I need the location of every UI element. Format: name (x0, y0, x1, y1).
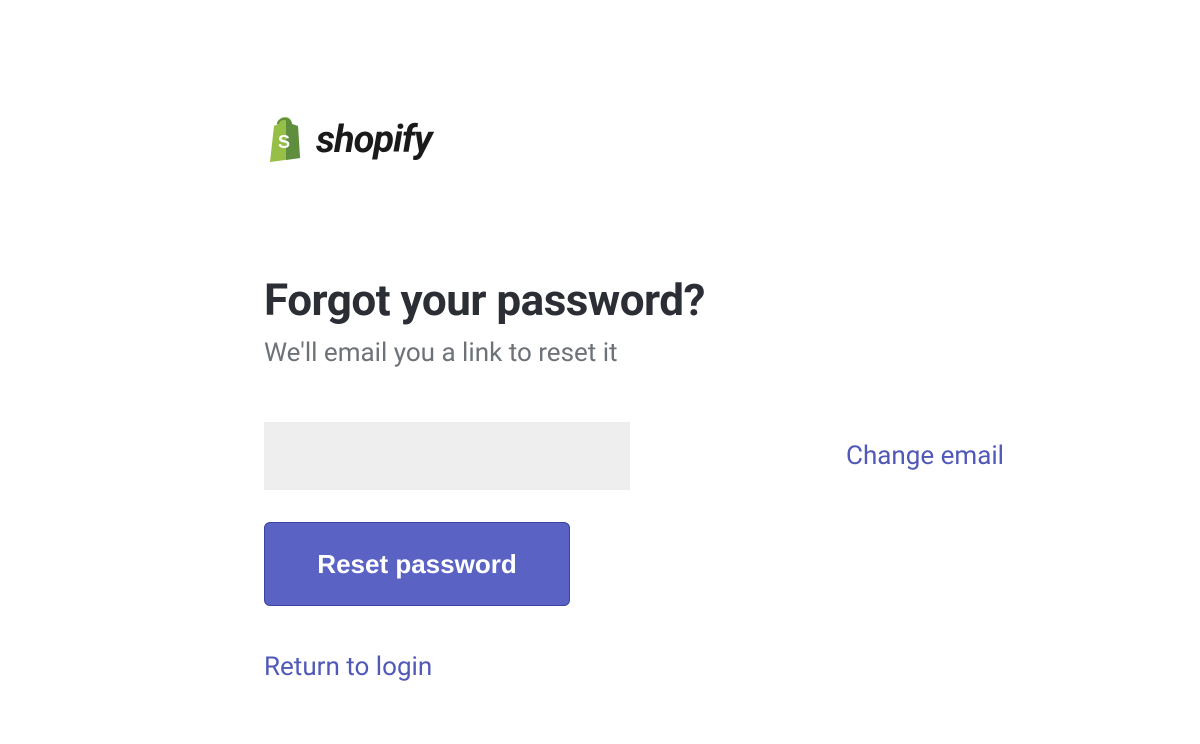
page-heading: Forgot your password? (264, 274, 1004, 326)
email-row: Change email (264, 422, 1004, 490)
brand-name: shopify (316, 118, 432, 162)
svg-text:S: S (278, 132, 290, 152)
brand-logo: S shopify (264, 116, 1004, 164)
forgot-password-panel: S shopify Forgot your password? We'll em… (264, 116, 1004, 682)
return-to-login-link[interactable]: Return to login (264, 652, 432, 682)
shopify-bag-icon: S (264, 116, 306, 164)
change-email-link[interactable]: Change email (846, 441, 1004, 471)
page-subheading: We'll email you a link to reset it (264, 338, 1004, 368)
reset-password-button[interactable]: Reset password (264, 522, 570, 606)
email-input[interactable] (264, 422, 630, 490)
